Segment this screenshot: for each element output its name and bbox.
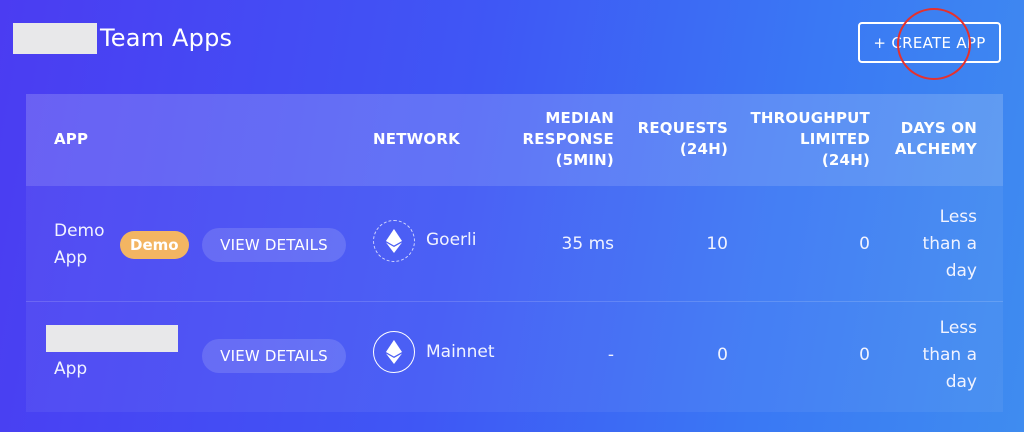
column-header-days-on-alchemy: DAYS ON ALCHEMY <box>894 119 977 158</box>
days-on-alchemy-value: Less than a day <box>922 207 977 281</box>
view-details-button[interactable]: VIEW DETAILS <box>202 339 346 373</box>
page-title: Team Apps <box>100 24 233 52</box>
column-header-requests: REQUESTS (24H) <box>637 119 728 158</box>
create-app-button[interactable]: + CREATE APP <box>858 22 1001 63</box>
days-on-alchemy-value: Less than a day <box>922 318 977 392</box>
median-response-value: - <box>607 345 614 365</box>
redacted-app-name <box>46 325 178 352</box>
ethereum-icon <box>373 331 415 373</box>
apps-table: APP NETWORK MEDIAN RESPONSE (5MIN) REQUE… <box>26 94 1003 412</box>
row-divider <box>26 301 1003 302</box>
app-name: Demo App <box>54 221 105 268</box>
requests-value: 0 <box>717 345 728 365</box>
throughput-limited-value: 0 <box>859 234 870 254</box>
redacted-team-name <box>13 23 97 54</box>
table-header: APP NETWORK MEDIAN RESPONSE (5MIN) REQUE… <box>26 94 1003 186</box>
requests-value: 10 <box>706 234 728 254</box>
view-details-button[interactable]: VIEW DETAILS <box>202 228 346 262</box>
median-response-value: 35 ms <box>561 234 614 254</box>
column-header-app: APP <box>54 130 89 148</box>
network-name: Mainnet <box>426 342 495 362</box>
column-header-network: NETWORK <box>373 130 460 148</box>
ethereum-icon <box>373 220 415 262</box>
column-header-throughput-limited: THROUGHPUT LIMITED (24H) <box>750 109 870 169</box>
network-name: Goerli <box>426 230 477 250</box>
app-name: App <box>54 359 88 379</box>
demo-badge: Demo <box>120 231 189 259</box>
throughput-limited-value: 0 <box>859 345 870 365</box>
column-header-median-response: MEDIAN RESPONSE (5MIN) <box>522 109 614 169</box>
